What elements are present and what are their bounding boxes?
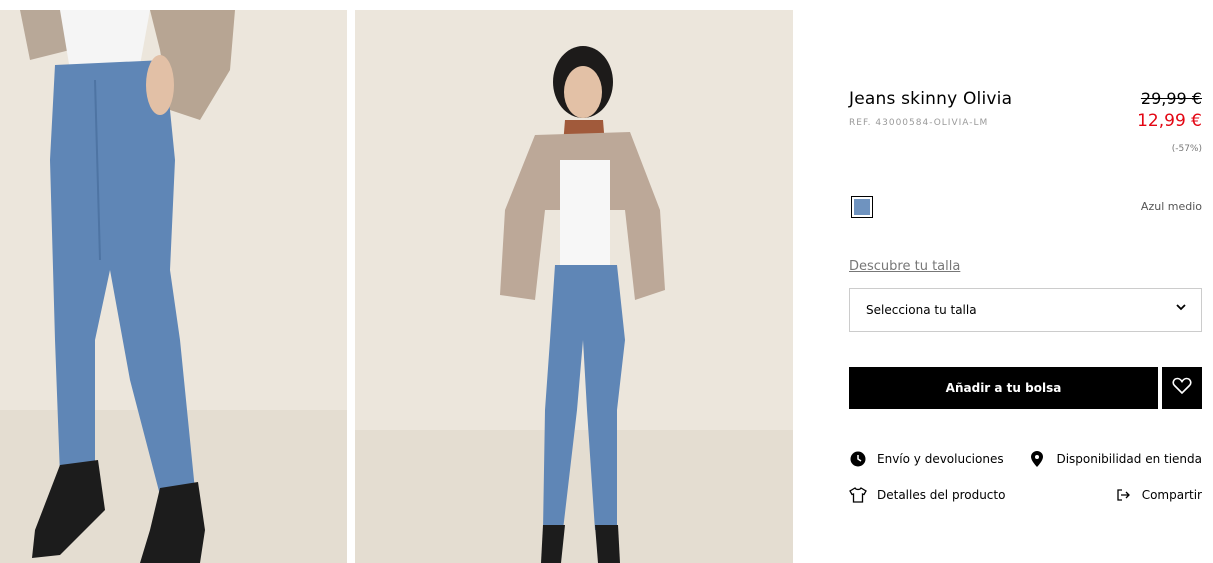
product-image-1[interactable]	[0, 10, 347, 563]
shipping-returns-label: Envío y devoluciones	[877, 452, 1004, 466]
product-info-panel: Jeans skinny Olivia REF. 43000584-OLIVIA…	[849, 0, 1202, 563]
product-details-link[interactable]: Detalles del producto	[849, 486, 1005, 504]
size-select[interactable]: Selecciona tu talla	[849, 288, 1202, 332]
product-title: Jeans skinny Olivia	[849, 89, 1013, 109]
color-swatch[interactable]	[851, 196, 873, 218]
add-to-bag-button[interactable]: Añadir a tu bolsa	[849, 367, 1158, 409]
store-availability-label: Disponibilidad en tienda	[1056, 452, 1202, 466]
product-image-2[interactable]	[355, 10, 793, 563]
product-reference: REF. 43000584-OLIVIA-LM	[849, 118, 989, 128]
original-price: 29,99 €	[1140, 89, 1202, 108]
tshirt-icon	[849, 486, 867, 504]
jeans-closeup-photo	[0, 10, 347, 563]
shipping-returns-link[interactable]: Envío y devoluciones	[849, 450, 1004, 468]
store-availability-link[interactable]: Disponibilidad en tienda	[1028, 450, 1202, 468]
favorite-button[interactable]	[1162, 367, 1202, 409]
location-pin-icon	[1028, 450, 1046, 468]
sale-price: 12,99 €	[1137, 111, 1202, 131]
share-link[interactable]: Compartir	[1114, 486, 1202, 504]
heart-icon	[1172, 377, 1192, 399]
model-full-body-photo	[355, 10, 793, 563]
chevron-down-icon	[1175, 301, 1187, 316]
size-select-label: Selecciona tu talla	[866, 303, 977, 317]
color-name: Azul medio	[1140, 200, 1202, 213]
clock-icon	[849, 450, 867, 468]
share-icon	[1114, 486, 1132, 504]
share-label: Compartir	[1141, 488, 1202, 502]
size-guide-link[interactable]: Descubre tu talla	[849, 259, 960, 274]
product-details-label: Detalles del producto	[877, 488, 1006, 502]
color-swatch-fill	[854, 199, 870, 215]
discount-label: (-57%)	[1171, 144, 1202, 154]
